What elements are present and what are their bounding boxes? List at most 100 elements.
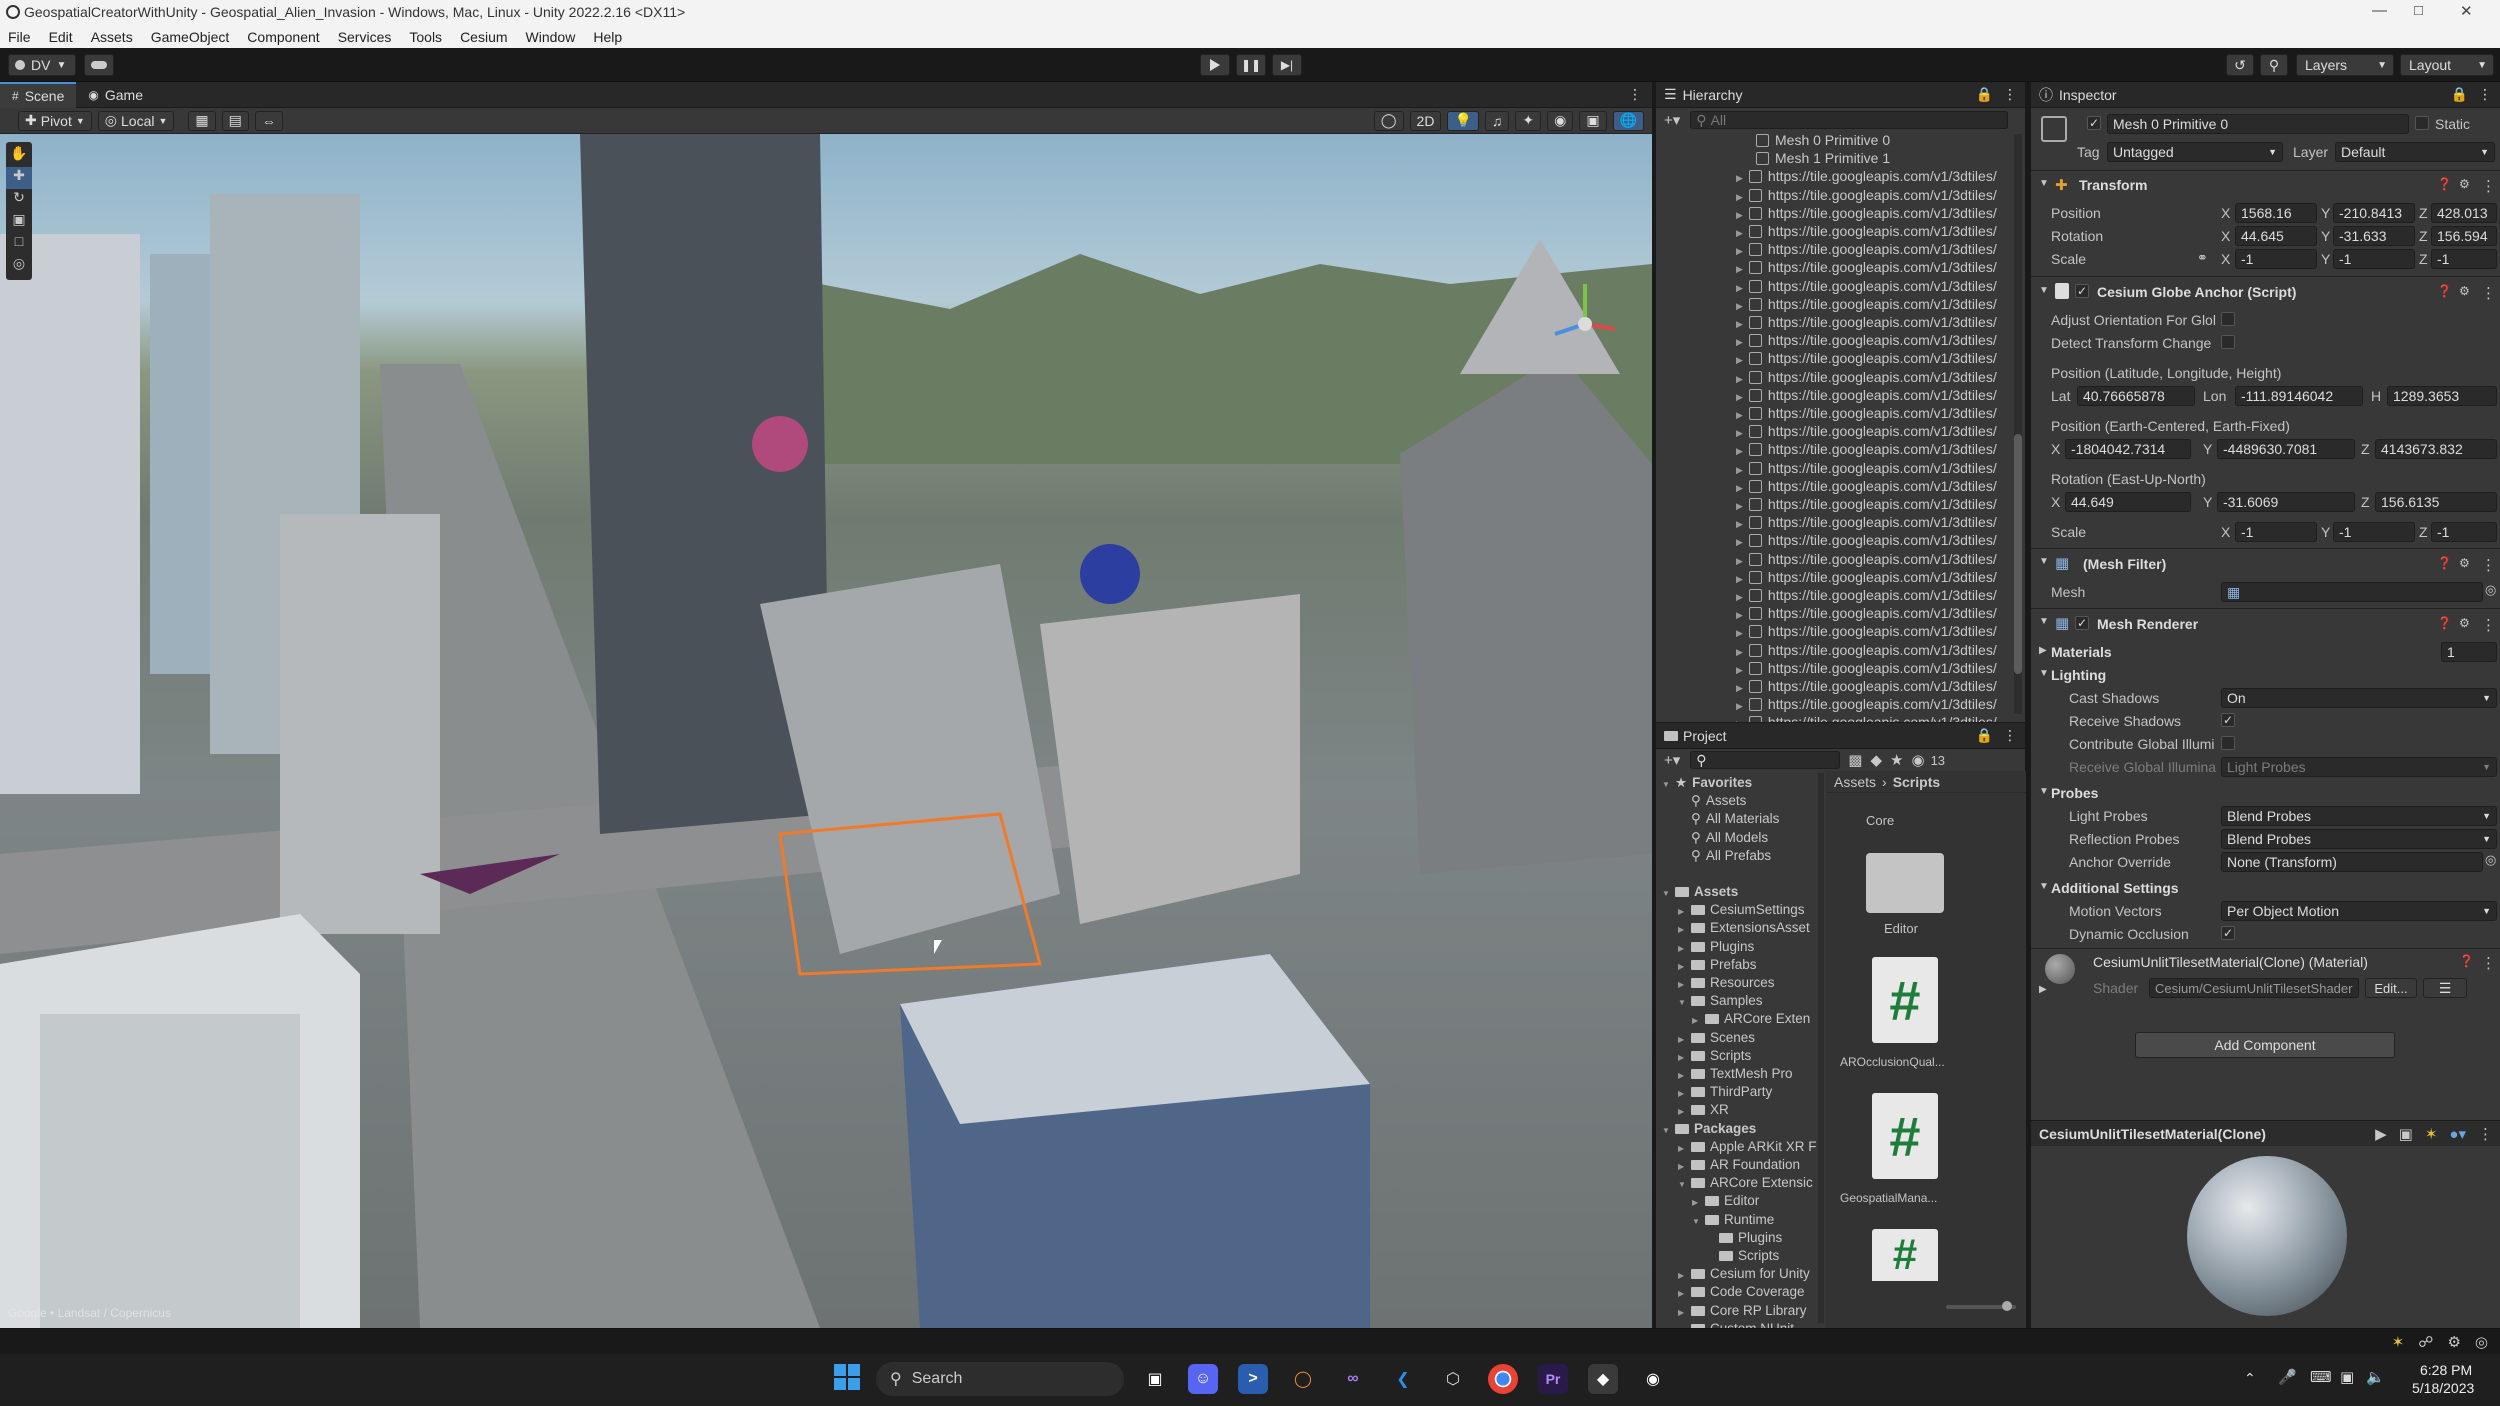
rotate-tool-icon[interactable]: ↻ — [6, 189, 32, 211]
powershell-icon[interactable]: > — [1238, 1364, 1268, 1394]
foldout-arrow-icon[interactable]: ▶ — [1736, 428, 1743, 438]
clock-time[interactable]: 6:28 PM — [2420, 1362, 2472, 1378]
anchor-scale-y-field[interactable]: -1 — [2333, 522, 2415, 542]
script-icon[interactable]: # — [1872, 1229, 1938, 1281]
search-button[interactable]: ⚲ — [2260, 54, 2288, 76]
grid-item-editor[interactable]: Editor — [1884, 921, 1918, 936]
foldout-arrow-icon[interactable]: ▶ — [1678, 1089, 1686, 1098]
foldout-arrow-icon[interactable]: ▶ — [1678, 1107, 1686, 1116]
foldout-arrow-icon[interactable]: ▶ — [1736, 446, 1743, 456]
unity-icon[interactable]: ◆ — [1588, 1364, 1618, 1394]
project-tree-item[interactable]: ▶ Apple ARKit XR F — [1678, 1139, 1817, 1154]
project-tree-item[interactable]: ▶ Cesium for Unity — [1678, 1266, 1810, 1281]
audio-toggle[interactable]: ♫ — [1484, 110, 1510, 131]
scale-x-field[interactable]: -1 — [2235, 249, 2317, 269]
foldout-arrow-icon[interactable]: ▶ — [1736, 410, 1743, 420]
anchor-scale-x-field[interactable]: -1 — [2235, 522, 2317, 542]
help-icon[interactable]: ❓ — [2437, 177, 2452, 191]
globe-anchor-title[interactable]: Cesium Globe Anchor (Script) — [2097, 284, 2296, 300]
menu-component[interactable]: Component — [247, 29, 319, 45]
cloud-button[interactable] — [84, 54, 114, 76]
menu-cesium[interactable]: Cesium — [460, 29, 507, 45]
layout-dropdown[interactable]: Layout ▼ — [2400, 54, 2494, 76]
foldout-arrow-icon[interactable]: ▶ — [1736, 556, 1743, 566]
layers-dropdown[interactable]: Layers ▼ — [2296, 54, 2394, 76]
render-mode-icon[interactable]: ▣ — [2399, 1125, 2413, 1143]
foldout-arrow-icon[interactable]: ▶ — [1678, 1308, 1686, 1317]
foldout-arrow-icon[interactable]: ▶ — [1736, 574, 1743, 584]
hierarchy-item[interactable]: ▶ https://tile.googleapis.com/v1/3dtiles/ — [1736, 223, 1997, 239]
receive-shadows-checkbox[interactable]: ✓ — [2221, 713, 2235, 727]
foldout-arrow-icon[interactable]: ▶ — [1736, 701, 1743, 711]
ecef-z-field[interactable]: 4143673.832 — [2375, 439, 2497, 459]
mesh-renderer-enabled-checkbox[interactable]: ✓ — [2075, 616, 2089, 630]
foldout-arrow-icon[interactable]: ▶ — [1736, 683, 1743, 693]
foldout-arrow-icon[interactable]: ▶ — [1678, 907, 1686, 916]
collab-status-icon[interactable]: ⚙ — [2447, 1333, 2460, 1351]
object-picker-icon[interactable]: ◎ — [2485, 582, 2496, 598]
more-icon[interactable]: ⋮ — [2481, 284, 2496, 302]
scale-y-field[interactable]: -1 — [2333, 249, 2415, 269]
project-tree-item[interactable]: ▼ ★ Favorites — [1662, 775, 1752, 791]
position-x-field[interactable]: 1568.16 — [2235, 203, 2317, 223]
link-icon[interactable]: ⚭ — [2197, 250, 2208, 266]
object-name-field[interactable]: Mesh 0 Primitive 0 — [2107, 114, 2409, 134]
foldout-arrow-icon[interactable]: ▶ — [1678, 1289, 1686, 1298]
sphere-preview-icon[interactable]: ●▾ — [2449, 1125, 2466, 1143]
hierarchy-search-input[interactable]: ⚲ All — [1690, 111, 2009, 129]
hierarchy-item[interactable]: ▶ https://tile.googleapis.com/v1/3dtiles/ — [1736, 423, 1997, 439]
project-tree-item[interactable]: ⚲ All Models — [1678, 830, 1768, 846]
motion-vectors-dropdown[interactable]: Per Object Motion ▼ — [2221, 901, 2497, 921]
foldout-arrow-icon[interactable]: ▶ — [1678, 944, 1686, 953]
start-icon[interactable] — [832, 1362, 862, 1392]
tag-icon[interactable]: ◆ — [1870, 751, 1882, 769]
lighting-toggle[interactable]: 💡 — [1447, 110, 1479, 131]
foldout-arrow-icon[interactable]: ▶ — [1736, 537, 1743, 547]
scale-z-field[interactable]: -1 — [2431, 249, 2497, 269]
project-tree-item[interactable]: ▶ TextMesh Pro — [1678, 1066, 1793, 1081]
network-status-icon[interactable]: ☍ — [2418, 1333, 2433, 1351]
help-icon[interactable]: ❓ — [2437, 616, 2452, 630]
project-tree-item[interactable]: ▶ Plugins — [1678, 939, 1754, 954]
foldout-arrow-icon[interactable]: ▶ — [1678, 1053, 1686, 1062]
hierarchy-item[interactable]: ▶ https://tile.googleapis.com/v1/3dtiles/ — [1736, 532, 1997, 548]
foldout-arrow-icon[interactable]: ▶ — [1736, 465, 1743, 475]
project-tree-item[interactable]: ▶ ThirdParty — [1678, 1084, 1772, 1099]
project-tree-item[interactable]: ▶ CesiumSettings — [1678, 902, 1805, 917]
foldout-arrow-icon[interactable]: ▶ — [1736, 392, 1743, 402]
foldout-arrow-icon[interactable]: ▶ — [1678, 1144, 1686, 1153]
foldout-arrow-icon[interactable]: ▶ — [1736, 264, 1743, 274]
menu-assets[interactable]: Assets — [91, 29, 133, 45]
maximize-icon[interactable]: □ — [2414, 2, 2423, 19]
height-field[interactable]: 1289.3653 — [2387, 386, 2497, 406]
volume-icon[interactable]: 🔈 — [2366, 1368, 2385, 1386]
minimize-icon[interactable]: — — [2372, 2, 2387, 19]
materials-count-field[interactable]: 1 — [2441, 642, 2497, 662]
rotation-x-field[interactable]: 44.645 — [2235, 226, 2317, 246]
foldout-arrow-icon[interactable]: ▶ — [1736, 501, 1743, 511]
foldout-arrow-icon[interactable]: ▶ — [1736, 665, 1743, 675]
dynamic-occlusion-checkbox[interactable]: ✓ — [2221, 926, 2235, 940]
blender-icon[interactable]: ◯ — [1288, 1364, 1318, 1394]
hierarchy-item[interactable]: ▶ https://tile.googleapis.com/v1/3dtiles/ — [1736, 332, 1997, 348]
project-tree-item[interactable]: ▶ Editor — [1692, 1193, 1759, 1208]
more-icon[interactable]: ⋮ — [1628, 86, 1642, 103]
foldout-arrow-icon[interactable]: ▶ — [1736, 374, 1743, 384]
eun-x-field[interactable]: 44.649 — [2065, 492, 2191, 512]
additional-settings-label[interactable]: Additional Settings — [2051, 880, 2179, 896]
visibility-toggle[interactable]: ◉ — [1547, 110, 1574, 131]
grid-snap-button[interactable]: ▦ — [188, 110, 216, 131]
foldout-arrow-icon[interactable]: ▶ — [1736, 173, 1743, 183]
foldout-arrow-icon[interactable]: ▶ — [1692, 1198, 1700, 1207]
hierarchy-item[interactable]: Mesh 0 Primitive 0 — [1750, 132, 1890, 148]
project-tree-item[interactable]: ▶ Scenes — [1678, 1030, 1755, 1045]
latitude-field[interactable]: 40.76665878 — [2077, 386, 2195, 406]
menu-gameobject[interactable]: GameObject — [151, 29, 230, 45]
lock-icon[interactable]: 🔒 — [1976, 86, 1993, 103]
scene-viewport[interactable]: ✋ ✚ ↻ ▣ □ ◎ Google • Landsat / Copernicu… — [0, 134, 1652, 1328]
globe-anchor-enabled-checkbox[interactable]: ✓ — [2075, 284, 2089, 298]
foldout-arrow-icon[interactable]: ▼ — [2039, 881, 2049, 892]
presets-icon[interactable]: ⚙ — [2459, 284, 2470, 298]
material-title[interactable]: CesiumUnlitTilesetMaterial(Clone) (Mater… — [2093, 954, 2368, 970]
hierarchy-item[interactable]: ▶ https://tile.googleapis.com/v1/3dtiles/ — [1736, 496, 1997, 512]
